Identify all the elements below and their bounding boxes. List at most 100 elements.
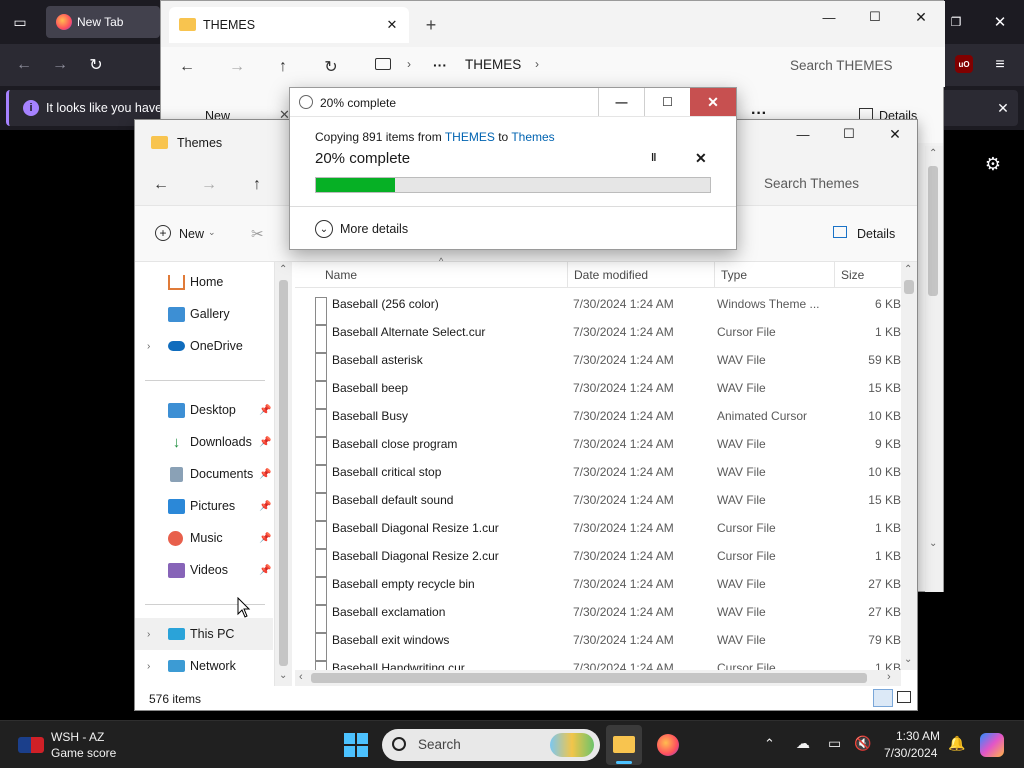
table-row[interactable]: Baseball Diagonal Resize 1.cur 7/30/2024 …	[295, 514, 905, 549]
forward-arrow-icon[interactable]: →	[197, 173, 221, 197]
chevron-up-icon[interactable]: ⌃	[764, 736, 775, 752]
source-link[interactable]: THEMES	[445, 130, 495, 144]
nav-item-music[interactable]: Music 📌	[135, 522, 273, 554]
ublock-origin-icon[interactable]: uO	[955, 55, 973, 73]
details-view-icon[interactable]	[873, 689, 893, 707]
taskbar-search[interactable]: Search	[382, 729, 600, 761]
forward-arrow-icon[interactable]: →	[225, 55, 249, 79]
scroll-handle[interactable]	[279, 280, 288, 666]
table-row[interactable]: Baseball (256 color) 7/30/2024 1:24 AM Win…	[295, 290, 905, 325]
nav-item-network[interactable]: › Network	[135, 650, 273, 682]
details-pane-icon[interactable]	[833, 226, 847, 238]
scroll-handle[interactable]	[904, 280, 914, 294]
nav-item-videos[interactable]: Videos 📌	[135, 554, 273, 586]
reload-icon[interactable]: ↻	[84, 53, 108, 77]
scissors-icon[interactable]: ✂	[251, 225, 264, 243]
close-icon[interactable]: ✕	[873, 120, 917, 148]
destination-link[interactable]: Themes	[511, 130, 554, 144]
menu-icon[interactable]: ≡	[988, 53, 1012, 77]
new-tab-icon[interactable]: +	[421, 15, 441, 35]
breadcrumb[interactable]: THEMES	[465, 57, 521, 72]
table-row[interactable]: Baseball critical stop 7/30/2024 1:24 AM W…	[295, 458, 905, 493]
scroll-left-icon[interactable]: ‹	[299, 671, 303, 683]
new-icon[interactable]: +	[155, 225, 171, 241]
start-button[interactable]	[344, 733, 368, 757]
back-scrollbar[interactable]: ⌃ ⌄	[925, 146, 943, 592]
new-label[interactable]: New	[179, 227, 204, 241]
column-type[interactable]: Type	[715, 262, 835, 288]
pause-icon[interactable]: ǁ	[651, 152, 656, 164]
nav-item-home[interactable]: Home	[135, 266, 273, 298]
back-arrow-icon[interactable]: ←	[12, 53, 36, 77]
table-row[interactable]: Baseball exit windows 7/30/2024 1:24 AM WA…	[295, 626, 905, 661]
tab-list-icon[interactable]: ▭	[8, 10, 32, 34]
weather-widget[interactable]: WSH - AZ Game score	[12, 727, 132, 763]
up-arrow-icon[interactable]: ↑	[271, 55, 295, 79]
close-notice-icon[interactable]: ✕	[993, 98, 1013, 118]
table-row[interactable]: Baseball close program 7/30/2024 1:24 AM W…	[295, 430, 905, 465]
file-list-scrollbar[interactable]: ⌃ ⌄	[901, 262, 917, 670]
scroll-right-icon[interactable]: ›	[887, 671, 891, 683]
chevron-right-icon[interactable]: ›	[147, 341, 150, 352]
copilot-icon[interactable]	[980, 733, 1004, 757]
cloud-offline-icon[interactable]: ☁	[796, 735, 810, 752]
nav-item-documents[interactable]: Documents 📌	[135, 458, 273, 490]
nav-item-pictures[interactable]: Pictures 📌	[135, 490, 273, 522]
column-size[interactable]: Size	[835, 262, 901, 288]
nav-item-gallery[interactable]: Gallery	[135, 298, 273, 330]
scroll-handle[interactable]	[928, 166, 938, 296]
cancel-icon[interactable]: ✕	[695, 150, 707, 167]
table-row[interactable]: Baseball empty recycle bin 7/30/2024 1:24…	[295, 570, 905, 605]
chevron-down-icon[interactable]: ⌄	[315, 220, 333, 238]
refresh-icon[interactable]: ↻	[319, 55, 343, 79]
table-row[interactable]: Baseball default sound 7/30/2024 1:24 AM W…	[295, 486, 905, 521]
file-explorer-taskbar-button[interactable]	[606, 725, 642, 765]
minimize-icon[interactable]: —	[807, 3, 851, 31]
chevron-right-icon[interactable]: ›	[147, 629, 150, 640]
monitor-icon[interactable]	[375, 58, 391, 70]
notification-bell-icon[interactable]: 🔔	[948, 735, 965, 752]
search-input[interactable]: Search THEMES	[790, 58, 893, 73]
table-row[interactable]: Baseball Diagonal Resize 2.cur 7/30/2024 …	[295, 542, 905, 577]
more-details-button[interactable]: More details	[340, 222, 408, 236]
chevron-right-icon[interactable]: ›	[147, 661, 150, 672]
scroll-down-icon[interactable]: ⌄	[904, 654, 912, 665]
maximize-icon[interactable]: ☐	[853, 3, 897, 31]
scroll-up-icon[interactable]: ⌃	[279, 264, 287, 275]
maximize-icon[interactable]: ☐	[644, 88, 690, 116]
tiles-view-icon[interactable]	[897, 691, 911, 703]
close-icon[interactable]: ✕	[690, 88, 736, 116]
search-input[interactable]: Search Themes	[764, 176, 859, 191]
nav-item-downloads[interactable]: ↓ Downloads 📌	[135, 426, 273, 458]
front-tab-title[interactable]: Themes	[177, 136, 222, 150]
nav-item-this-pc[interactable]: › This PC	[135, 618, 273, 650]
column-name[interactable]: Name	[319, 262, 568, 288]
nav-item-desktop[interactable]: Desktop 📌	[135, 394, 273, 426]
nav-item-onedrive[interactable]: › OneDrive	[135, 330, 273, 362]
breadcrumb-more[interactable]: ···	[433, 57, 447, 73]
nav-scrollbar[interactable]: ⌃ ⌄	[274, 262, 292, 686]
close-tab-icon[interactable]: ✕	[383, 16, 401, 34]
firefox-tab[interactable]: New Tab	[46, 6, 160, 38]
forward-arrow-icon[interactable]: →	[48, 53, 72, 77]
chevron-down-icon[interactable]: ⌄	[208, 227, 216, 238]
minimize-icon[interactable]: —	[781, 120, 825, 148]
table-row[interactable]: Baseball beep 7/30/2024 1:24 AM WAV File 15…	[295, 374, 905, 409]
table-row[interactable]: Baseball exclamation 7/30/2024 1:24 AM WAV…	[295, 598, 905, 633]
table-row[interactable]: Baseball Alternate Select.cur 7/30/2024 1…	[295, 318, 905, 353]
display-icon[interactable]: ▭	[828, 735, 841, 752]
clock-time[interactable]: 1:30 AM	[896, 729, 940, 743]
speaker-mute-icon[interactable]: 🔇	[854, 735, 871, 752]
minimize-icon[interactable]: —	[598, 88, 644, 116]
scroll-down-icon[interactable]: ⌄	[279, 670, 287, 681]
back-arrow-icon[interactable]: ←	[175, 55, 199, 79]
table-row[interactable]: Baseball Handwriting.cur 7/30/2024 1:24 A…	[295, 654, 905, 670]
scroll-up-icon[interactable]: ⌃	[929, 148, 937, 159]
close-icon[interactable]: ✕	[899, 3, 943, 31]
clock-date[interactable]: 7/30/2024	[884, 746, 937, 760]
scroll-up-icon[interactable]: ⌃	[904, 264, 912, 275]
firefox-taskbar-button[interactable]	[650, 725, 686, 765]
scroll-down-icon[interactable]: ⌄	[929, 538, 937, 549]
scroll-handle[interactable]	[311, 673, 867, 683]
restore-window-icon[interactable]: ❐	[944, 10, 968, 34]
